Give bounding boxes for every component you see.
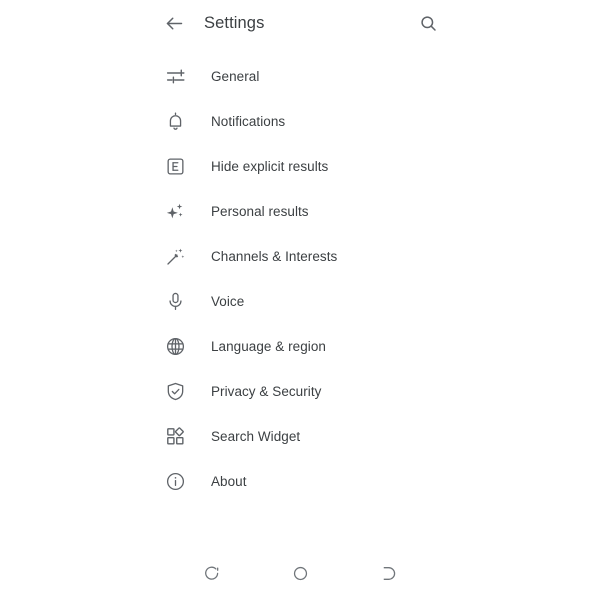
tune-icon (163, 65, 187, 89)
explicit-icon (163, 155, 187, 179)
settings-list: General Notifications Hide explicit resu… (150, 46, 450, 552)
shield-check-icon (163, 380, 187, 404)
settings-row-voice[interactable]: Voice (150, 279, 450, 324)
settings-row-label: Notifications (211, 114, 286, 129)
settings-row-channels-interests[interactable]: Channels & Interests (150, 234, 450, 279)
settings-row-search-widget[interactable]: Search Widget (150, 414, 450, 459)
search-icon (420, 15, 436, 31)
settings-row-label: Hide explicit results (211, 159, 329, 174)
nav-recents-icon (383, 566, 395, 580)
bell-icon (163, 110, 187, 134)
settings-row-personal-results[interactable]: Personal results (150, 189, 450, 234)
settings-row-language-region[interactable]: Language & region (150, 324, 450, 369)
phone-screen: Settings General Notifications Hide expl… (150, 0, 450, 600)
nav-recents-button[interactable] (368, 558, 408, 588)
settings-row-label: Language & region (211, 339, 326, 354)
settings-row-label: About (211, 474, 247, 489)
nav-back-icon (204, 566, 218, 580)
microphone-icon (163, 290, 187, 314)
info-circle-icon (163, 470, 187, 494)
settings-row-general[interactable]: General (150, 54, 450, 99)
page-title: Settings (204, 13, 265, 32)
arrow-back-icon (166, 17, 182, 29)
nav-back-button[interactable] (192, 558, 232, 588)
nav-home-icon (293, 566, 307, 580)
settings-row-label: Privacy & Security (211, 384, 322, 399)
globe-icon (163, 335, 187, 359)
magic-wand-icon (163, 245, 187, 269)
settings-row-notifications[interactable]: Notifications (150, 99, 450, 144)
system-navigation-bar (150, 552, 450, 600)
settings-row-label: General (211, 69, 260, 84)
settings-row-label: Voice (211, 294, 245, 309)
widgets-icon (163, 425, 187, 449)
settings-row-label: Channels & Interests (211, 249, 338, 264)
search-button[interactable] (416, 11, 440, 35)
settings-row-privacy-security[interactable]: Privacy & Security (150, 369, 450, 414)
app-bar: Settings (150, 0, 450, 46)
settings-row-about[interactable]: About (150, 459, 450, 504)
settings-row-label: Search Widget (211, 429, 301, 444)
back-button[interactable] (162, 11, 186, 35)
settings-row-hide-explicit-results[interactable]: Hide explicit results (150, 144, 450, 189)
settings-row-label: Personal results (211, 204, 309, 219)
sparkle-icon (163, 200, 187, 224)
nav-home-button[interactable] (280, 558, 320, 588)
